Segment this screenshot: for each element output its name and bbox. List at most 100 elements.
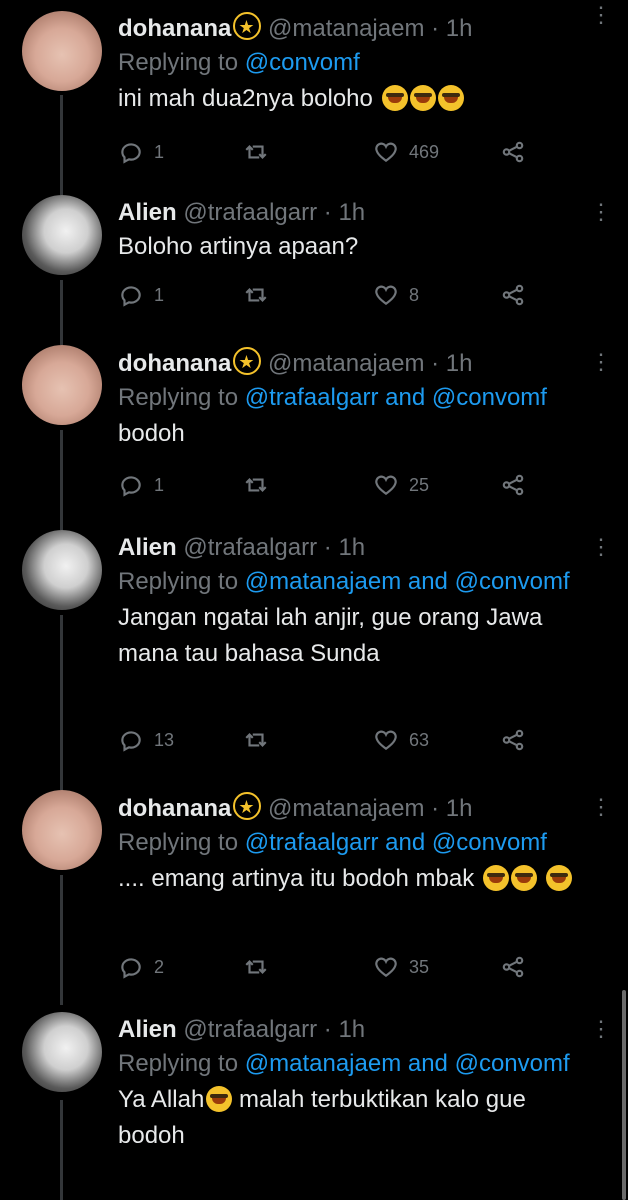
separator-dot: · — [323, 199, 332, 226]
retweet-button[interactable] — [243, 137, 279, 167]
reply-button[interactable]: 13 — [118, 725, 174, 755]
mention-link[interactable]: @convomf — [432, 829, 547, 856]
user-handle[interactable]: @matanajaem — [268, 350, 424, 377]
tweet[interactable]: dohanana @matanajaem · 1h Replying to @c… — [0, 0, 628, 180]
like-button[interactable]: 469 — [373, 137, 439, 167]
reply-button[interactable]: 1 — [118, 470, 164, 500]
share-button[interactable] — [500, 470, 526, 500]
mention-link[interactable]: @trafaalgarr — [245, 384, 379, 411]
share-button[interactable] — [500, 725, 526, 755]
tweet-text-part1: Ya Allah — [118, 1086, 205, 1113]
user-handle[interactable]: @trafaalgarr — [183, 534, 317, 561]
heart-icon — [375, 957, 397, 977]
tweet[interactable]: dohanana @matanajaem · 1h Replying to @t… — [0, 345, 628, 520]
timestamp[interactable]: 1h — [446, 795, 473, 822]
mention-link[interactable]: @matanajaem — [245, 1050, 401, 1077]
more-icon[interactable]: ⋮ — [590, 347, 612, 377]
reply-button[interactable]: 2 — [118, 952, 164, 982]
timestamp[interactable]: 1h — [338, 534, 365, 561]
avatar[interactable] — [22, 345, 102, 425]
dizzy-emoji-icon — [233, 11, 262, 43]
tweet-text: Ya Allah malah terbuktikan kalo gue bodo… — [118, 1082, 598, 1154]
avatar[interactable] — [22, 195, 102, 275]
share-button[interactable] — [500, 952, 526, 982]
separator-dot: · — [431, 350, 440, 377]
crying-emoji-icon — [381, 85, 408, 111]
reply-icon — [121, 286, 141, 307]
share-button[interactable] — [500, 137, 526, 167]
mention-link[interactable]: @convomf — [455, 568, 570, 595]
mention-link[interactable]: @trafaalgarr — [245, 829, 379, 856]
mention-link[interactable]: @convomf — [455, 1050, 570, 1077]
share-button[interactable] — [500, 280, 526, 310]
reply-count: 13 — [154, 729, 175, 750]
display-name[interactable]: Alien — [118, 199, 177, 226]
reply-icon — [121, 143, 141, 164]
avatar[interactable] — [22, 530, 102, 610]
action-bar: 13 63 — [118, 725, 538, 755]
reply-icon — [121, 731, 141, 752]
share-icon — [502, 956, 524, 978]
reply-button[interactable]: 1 — [118, 137, 164, 167]
like-button[interactable]: 35 — [373, 952, 429, 982]
user-handle[interactable]: @trafaalgarr — [183, 199, 317, 226]
like-count: 63 — [409, 729, 430, 750]
reply-count: 1 — [154, 141, 165, 162]
like-count: 8 — [409, 284, 420, 305]
replying-prefix: Replying to — [118, 568, 239, 595]
like-button[interactable]: 63 — [373, 725, 429, 755]
replying-prefix: Replying to — [118, 384, 239, 411]
reply-icon — [121, 476, 141, 497]
scrollbar[interactable] — [622, 990, 626, 1200]
tweet-text: Jangan ngatai lah anjir, gue orang Jawa … — [118, 604, 543, 667]
timestamp[interactable]: 1h — [446, 15, 473, 42]
mention-link[interactable]: @convomf — [245, 49, 360, 76]
replying-to: Replying to @trafaalgarr and @convomf — [118, 380, 598, 416]
user-handle[interactable]: @matanajaem — [268, 15, 424, 42]
action-bar: 2 35 — [118, 952, 538, 982]
share-icon — [502, 284, 524, 306]
more-icon[interactable]: ⋮ — [590, 792, 612, 822]
separator-dot: · — [323, 534, 332, 561]
retweet-button[interactable] — [243, 952, 269, 982]
mention-and: and — [407, 568, 448, 595]
dizzy-emoji-icon — [233, 346, 262, 378]
reply-count: 2 — [154, 956, 165, 977]
like-count: 35 — [409, 956, 430, 977]
crying-emoji-icon — [482, 865, 509, 891]
display-name[interactable]: Alien — [118, 534, 177, 561]
mention-link[interactable]: @matanajaem — [245, 568, 401, 595]
retweet-button[interactable] — [243, 725, 269, 755]
avatar[interactable] — [22, 790, 102, 870]
mention-link[interactable]: @convomf — [432, 384, 547, 411]
like-button[interactable]: 8 — [373, 280, 419, 310]
display-name[interactable]: dohanana — [118, 350, 231, 377]
more-icon[interactable]: ⋮ — [590, 0, 612, 30]
share-icon — [502, 141, 524, 163]
user-handle[interactable]: @trafaalgarr — [183, 1016, 317, 1043]
reply-button[interactable]: 1 — [118, 280, 164, 310]
user-handle[interactable]: @matanajaem — [268, 795, 424, 822]
retweet-icon — [245, 960, 267, 974]
tweet[interactable]: dohanana @matanajaem · 1h Replying to @t… — [0, 790, 628, 995]
display-name[interactable]: dohanana — [118, 795, 231, 822]
display-name[interactable]: dohanana — [118, 15, 231, 42]
timestamp[interactable]: 1h — [338, 199, 365, 226]
timestamp[interactable]: 1h — [338, 1016, 365, 1043]
more-icon[interactable]: ⋮ — [590, 532, 612, 562]
avatar[interactable] — [22, 11, 102, 91]
retweet-button[interactable] — [243, 280, 269, 310]
reply-icon — [121, 958, 141, 979]
tweet[interactable]: Alien @trafaalgarr · 1h Replying to @mat… — [0, 530, 628, 770]
like-button[interactable]: 25 — [373, 470, 429, 500]
avatar[interactable] — [22, 1012, 102, 1092]
retweet-button[interactable] — [243, 470, 269, 500]
display-name[interactable]: Alien — [118, 1016, 177, 1043]
tweet[interactable]: Alien @trafaalgarr · 1h Replying to @mat… — [0, 1012, 628, 1200]
retweet-icon — [245, 288, 267, 302]
crying-emoji-icon — [206, 1086, 233, 1112]
tweet[interactable]: Alien @trafaalgarr · 1h Boloho artinya a… — [0, 195, 628, 335]
more-icon[interactable]: ⋮ — [590, 197, 612, 227]
timestamp[interactable]: 1h — [446, 350, 473, 377]
more-icon[interactable]: ⋮ — [590, 1014, 612, 1044]
